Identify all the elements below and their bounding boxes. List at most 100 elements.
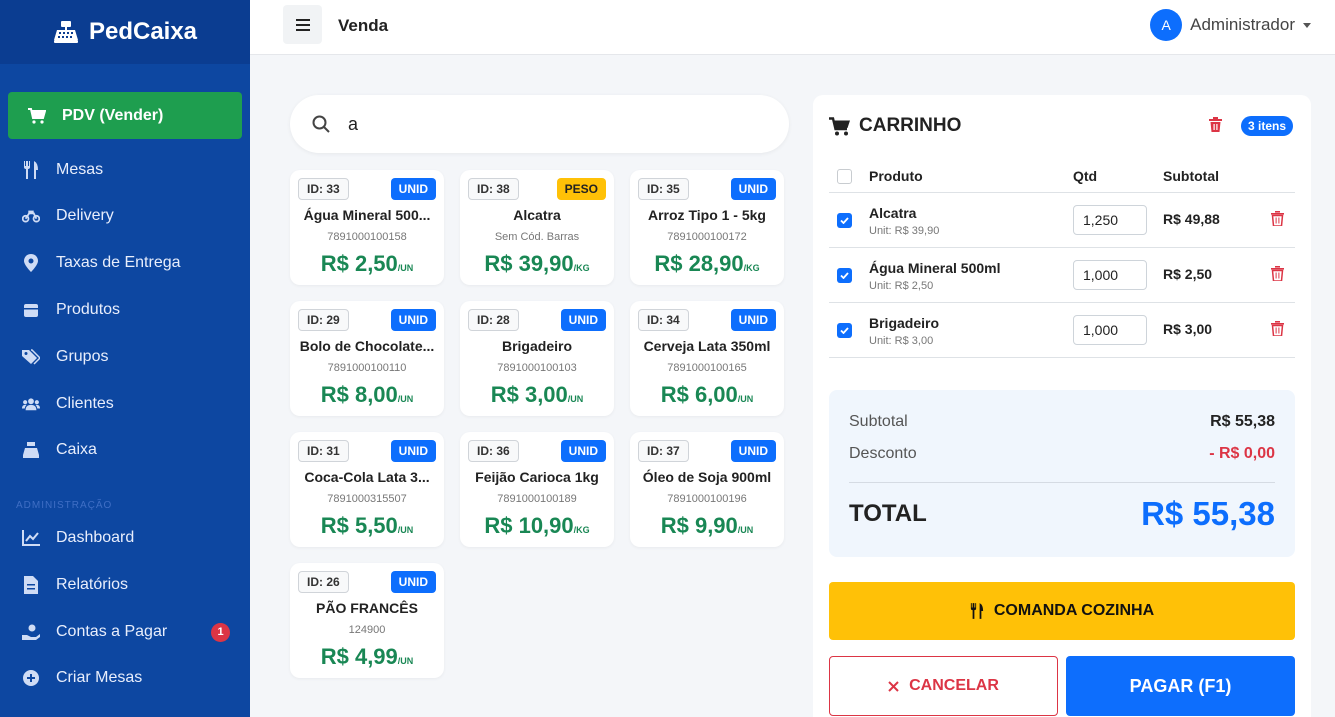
hamburger-icon — [295, 18, 310, 31]
sidebar-item-contas[interactable]: Contas a Pagar 1 — [0, 612, 250, 652]
product-card[interactable]: ID: 38 PESO Alcatra Sem Cód. Barras R$ 39,90… — [460, 170, 614, 285]
search-input[interactable] — [348, 113, 748, 135]
product-name: PÃO FRANCÊS — [316, 600, 418, 616]
kitchen-order-button[interactable]: COMANDA COZINHA — [829, 582, 1295, 640]
product-type-badge: UNID — [390, 178, 436, 200]
product-name: Feijão Carioca 1kg — [475, 469, 599, 485]
sidebar-item-grupos[interactable]: Grupos — [0, 337, 250, 377]
row-checkbox[interactable] — [837, 323, 852, 338]
product-type-badge: UNID — [560, 440, 606, 462]
select-all-checkbox[interactable] — [837, 169, 852, 184]
product-barcode: 7891000100165 — [667, 362, 747, 374]
column-header-subtotal: Subtotal — [1163, 168, 1219, 184]
avatar: A — [1150, 9, 1183, 41]
row-checkbox[interactable] — [837, 213, 852, 228]
brand[interactable]: PedCaixa — [0, 0, 250, 64]
product-id: ID: 37 — [638, 440, 689, 462]
sidebar-item-label: Taxas de Entrega — [56, 254, 181, 271]
sidebar-item-clientes[interactable]: Clientes — [0, 384, 250, 424]
menu-toggle-button[interactable] — [283, 5, 322, 44]
product-id: ID: 28 — [468, 309, 519, 331]
product-name: Bolo de Chocolate... — [299, 338, 435, 354]
product-name: Água Mineral 500... — [303, 207, 431, 223]
summary-divider — [849, 482, 1275, 483]
sidebar-item-produtos[interactable]: Produtos — [0, 290, 250, 330]
product-price: R$ 3,00/UN — [460, 382, 614, 408]
product-type-badge: PESO — [556, 178, 606, 200]
utensils-icon — [970, 603, 983, 619]
product-price-unit: /UN — [397, 525, 414, 535]
sidebar-item-relatorios[interactable]: Relatórios — [0, 565, 250, 605]
product-barcode: 124900 — [348, 624, 386, 636]
product-barcode: 7891000100158 — [327, 231, 407, 243]
cart-item-unit-price: Unit: R$ 39,90 — [869, 225, 940, 237]
sidebar-item-caixa[interactable]: Caixa — [0, 430, 250, 470]
search-icon — [312, 115, 330, 133]
sidebar-item-label: Caixa — [56, 441, 97, 458]
product-price: R$ 4,99/UN — [290, 644, 444, 670]
product-card[interactable]: ID: 34 UNID Cerveja Lata 350ml 789100010016… — [630, 301, 784, 416]
product-price-unit: /UN — [397, 656, 414, 666]
sidebar-item-delivery[interactable]: Delivery — [0, 196, 250, 236]
product-card[interactable]: ID: 28 UNID Brigadeiro 7891000100103 R$ 3,00… — [460, 301, 614, 416]
product-card[interactable]: ID: 36 UNID Feijão Carioca 1kg 789100010018… — [460, 432, 614, 547]
product-price-value: R$ 2,50 — [320, 251, 398, 276]
product-id: ID: 35 — [638, 178, 689, 200]
trash-icon[interactable] — [1271, 211, 1284, 226]
user-menu[interactable]: A Administrador — [1150, 9, 1311, 41]
product-card[interactable]: ID: 35 UNID Arroz Tipo 1 - 5kg 789100010017… — [630, 170, 784, 285]
cart-item-subtotal: R$ 3,00 — [1163, 321, 1213, 337]
cart-icon — [829, 116, 850, 135]
clear-cart-icon[interactable] — [1209, 117, 1222, 132]
sidebar-item-label: Criar Mesas — [56, 669, 143, 686]
product-price: R$ 28,90/KG — [630, 251, 784, 277]
product-card[interactable]: ID: 33 UNID Água Mineral 500... 78910001001… — [290, 170, 444, 285]
sidebar-item-mesas[interactable]: Mesas — [0, 150, 250, 190]
plus-circle-icon — [22, 669, 40, 687]
cart-item-subtotal: R$ 2,50 — [1163, 266, 1213, 282]
product-card[interactable]: ID: 29 UNID Bolo de Chocolate... 7891000100… — [290, 301, 444, 416]
sidebar-item-dashboard[interactable]: Dashboard — [0, 518, 250, 558]
cart-rows: Alcatra Unit: R$ 39,90 R$ 49,88 Água Minera… — [829, 193, 1295, 358]
product-price-value: R$ 39,90 — [484, 251, 574, 276]
product-price-value: R$ 6,00 — [660, 382, 738, 407]
user-name: Administrador — [1190, 15, 1295, 34]
product-type-badge: UNID — [390, 440, 436, 462]
sidebar: PedCaixa PDV (Vender) Mesas Delivery Tax… — [0, 0, 250, 717]
cart-table: Produto Qtd Subtotal Alcatra Unit: R$ 39,… — [829, 163, 1295, 358]
trash-icon[interactable] — [1271, 321, 1284, 336]
product-id: ID: 36 — [468, 440, 519, 462]
cancel-button[interactable]: CANCELAR — [829, 656, 1058, 716]
pay-button[interactable]: PAGAR (F1) — [1066, 656, 1295, 716]
sidebar-item-criar-mesas[interactable]: Criar Mesas — [0, 658, 250, 698]
trash-icon[interactable] — [1271, 266, 1284, 281]
product-type-badge: UNID — [730, 440, 776, 462]
product-card[interactable]: ID: 37 UNID Óleo de Soja 900ml 789100010019… — [630, 432, 784, 547]
product-price-value: R$ 5,50 — [320, 513, 398, 538]
sidebar-item-label: Grupos — [56, 348, 109, 365]
cart-panel: CARRINHO 3 itens Produto Qtd Subtotal Al… — [813, 95, 1311, 717]
utensils-icon — [22, 161, 40, 179]
subtotal-value: R$ 55,38 — [1210, 413, 1275, 430]
product-card[interactable]: ID: 31 UNID Coca-Cola Lata 3... 78910003155… — [290, 432, 444, 547]
cart-row: Água Mineral 500ml Unit: R$ 2,50 R$ 2,50 — [829, 248, 1295, 303]
sidebar-item-taxas[interactable]: Taxas de Entrega — [0, 243, 250, 283]
sidebar-item-label: Contas a Pagar — [56, 623, 168, 640]
sidebar-item-pdv[interactable]: PDV (Vender) — [8, 92, 242, 139]
cart-row: Brigadeiro Unit: R$ 3,00 R$ 3,00 — [829, 303, 1295, 358]
tags-icon — [22, 348, 40, 366]
product-card[interactable]: ID: 26 UNID PÃO FRANCÊS 124900 R$ 4,99/UN — [290, 563, 444, 678]
quantity-input[interactable] — [1073, 205, 1147, 235]
row-checkbox[interactable] — [837, 268, 852, 283]
quantity-input[interactable] — [1073, 260, 1147, 290]
product-price-value: R$ 3,00 — [490, 382, 568, 407]
quantity-input[interactable] — [1073, 315, 1147, 345]
cart-item-subtotal: R$ 49,88 — [1163, 211, 1220, 227]
cart-summary: Subtotal R$ 55,38 Desconto - R$ 0,00 TOT… — [829, 390, 1295, 557]
product-id: ID: 31 — [298, 440, 349, 462]
motorcycle-icon — [22, 207, 40, 225]
cart-row: Alcatra Unit: R$ 39,90 R$ 49,88 — [829, 193, 1295, 248]
product-price: R$ 6,00/UN — [630, 382, 784, 408]
product-name: Coca-Cola Lata 3... — [304, 469, 430, 485]
line-chart-icon — [22, 529, 40, 547]
